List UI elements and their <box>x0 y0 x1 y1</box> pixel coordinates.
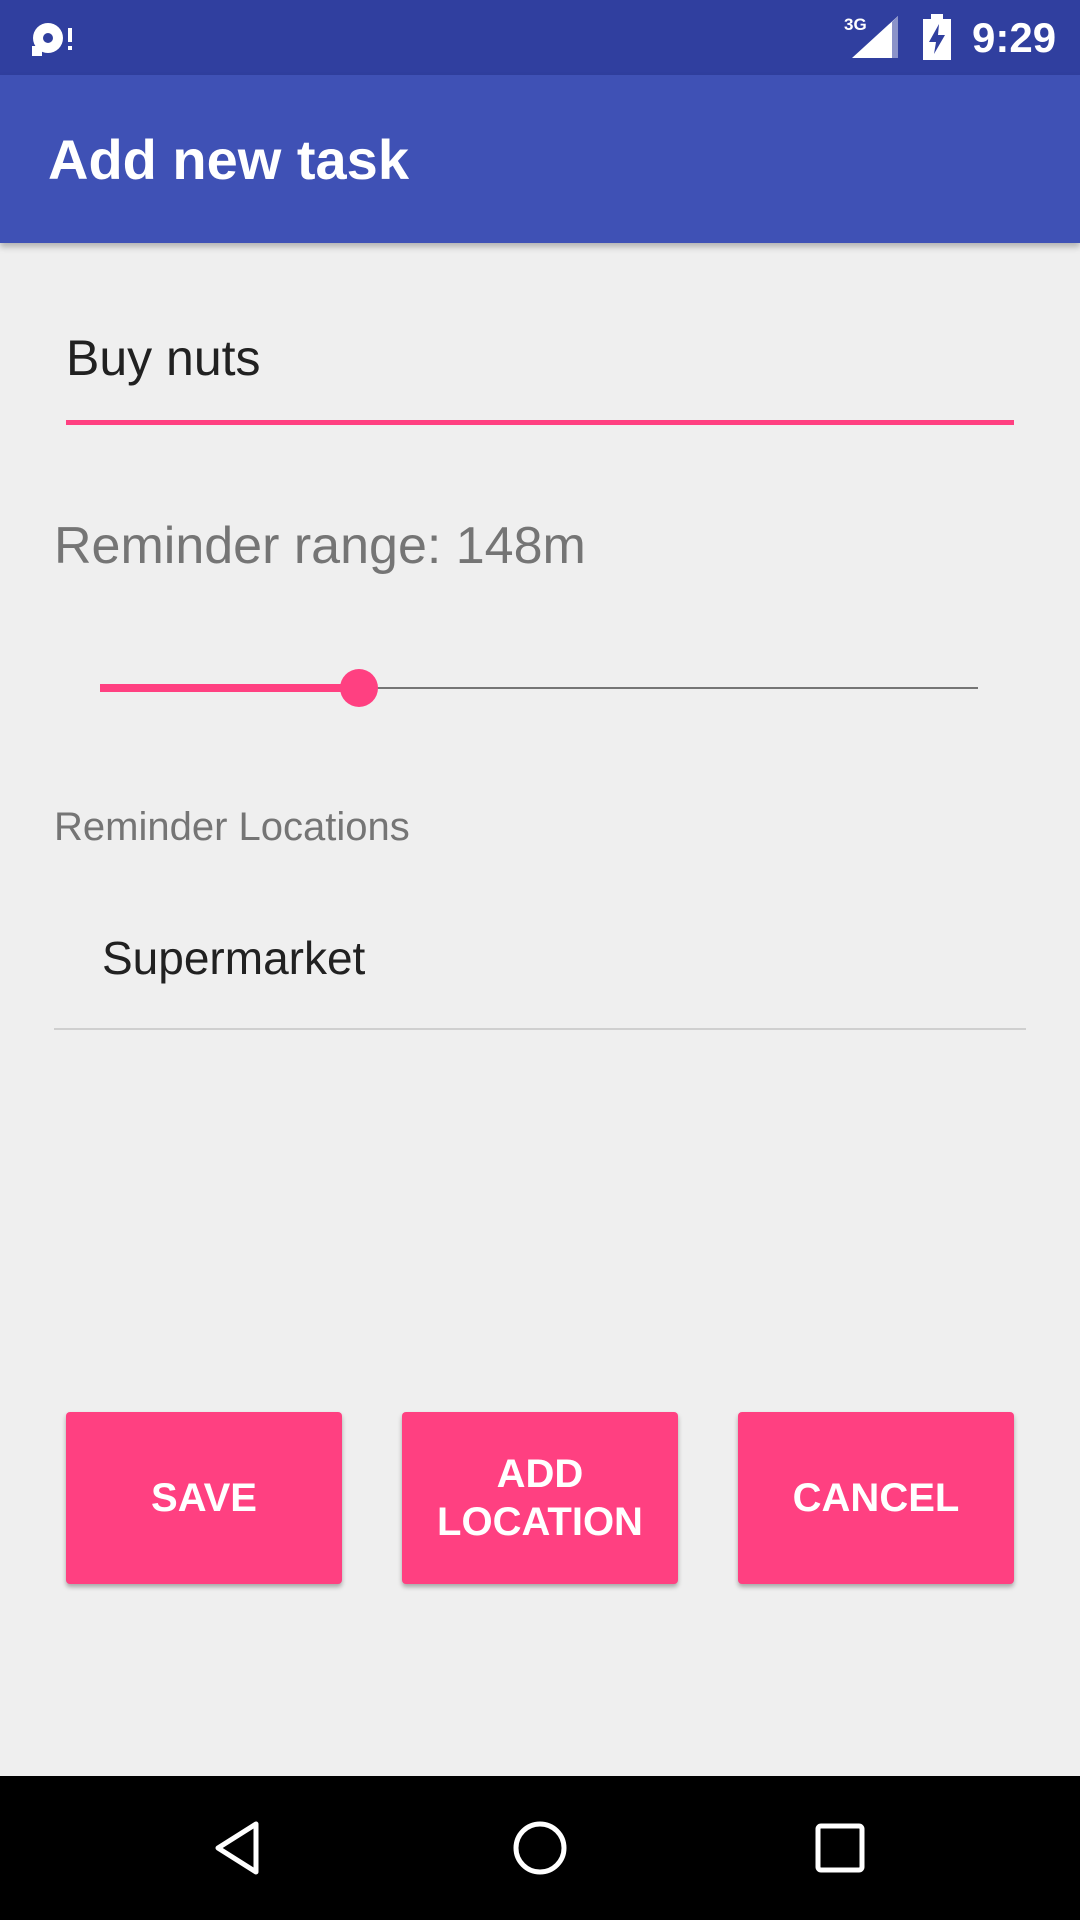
home-icon[interactable] <box>508 1816 572 1880</box>
reminder-range-slider[interactable] <box>100 668 978 708</box>
task-name-input[interactable] <box>66 310 1014 406</box>
task-name-underline <box>66 420 1014 425</box>
signal-icon: 3G <box>844 15 898 58</box>
divider <box>54 1028 1026 1030</box>
save-button[interactable]: SAVE <box>66 1412 342 1584</box>
notification-icon <box>32 23 72 56</box>
back-icon[interactable] <box>208 1816 272 1880</box>
network-type-label: 3G <box>844 15 867 34</box>
navigation-bar <box>0 1776 1080 1920</box>
status-bar: 3G 9:29 <box>0 0 1080 75</box>
status-clock: 9:29 <box>972 14 1057 61</box>
cancel-button[interactable]: CANCEL <box>738 1412 1014 1584</box>
reminder-range-label: Reminder range: 148m <box>54 517 586 575</box>
location-name: Supermarket <box>102 932 366 984</box>
page-title: Add new task <box>48 128 409 191</box>
reminder-locations-header: Reminder Locations <box>54 805 410 849</box>
app-toolbar: Add new task <box>0 75 1080 243</box>
slider-fill <box>100 684 359 692</box>
list-item[interactable]: Supermarket <box>54 910 1026 1028</box>
recents-icon[interactable] <box>808 1816 872 1880</box>
add-location-button[interactable]: ADD LOCATION <box>402 1412 678 1584</box>
battery-charging-icon <box>923 14 951 60</box>
slider-thumb[interactable] <box>340 669 378 707</box>
